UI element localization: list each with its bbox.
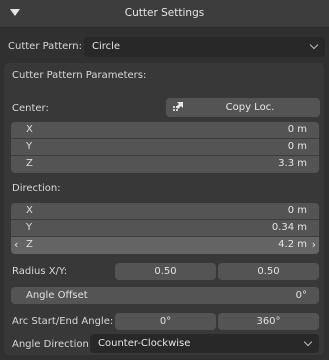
center-z-field[interactable]: Z 3.3 m: [11, 156, 319, 173]
angle-direction-label: Angle Direction:: [12, 339, 93, 350]
arc-start-angle-field[interactable]: 0°: [115, 313, 216, 330]
center-x-value: 0 m: [287, 124, 307, 135]
direction-y-value: 0.34 m: [271, 222, 307, 233]
center-label: Center:: [12, 103, 49, 114]
center-x-label: X: [26, 124, 33, 135]
arc-angle-label: Arc Start/End Angle:: [12, 316, 114, 327]
angle-offset-label: Angle Offset: [26, 290, 88, 301]
direction-x-field[interactable]: X 0 m: [11, 203, 319, 220]
radius-label: Radius X/Y:: [12, 266, 68, 277]
panel-header[interactable]: Cutter Settings: [0, 0, 329, 28]
angle-offset-value: 0°: [295, 290, 307, 301]
direction-z-label: Z: [26, 239, 33, 250]
chevron-down-icon: [303, 337, 313, 346]
center-z-value: 3.3 m: [278, 158, 307, 169]
cutter-pattern-value: Circle: [92, 41, 121, 52]
copy-location-button[interactable]: Copy Loc.: [166, 98, 320, 117]
radius-x-value: 0.50: [154, 266, 177, 277]
center-y-label: Y: [26, 141, 33, 152]
arc-end-angle-value: 360°: [256, 316, 281, 327]
direction-x-label: X: [26, 205, 33, 216]
center-vector: X 0 m Y 0 m Z 3.3 m: [11, 122, 319, 173]
panel-title: Cutter Settings: [124, 7, 205, 19]
direction-z-field[interactable]: ‹ Z 4.2 m ›: [11, 237, 319, 254]
center-z-label: Z: [26, 158, 33, 169]
cutter-pattern-dropdown[interactable]: Circle: [84, 37, 325, 57]
arc-end-angle-field[interactable]: 360°: [218, 313, 319, 330]
radius-y-field[interactable]: 0.50: [218, 263, 319, 280]
decrement-arrow-icon[interactable]: ‹: [14, 238, 18, 251]
direction-x-value: 0 m: [287, 205, 307, 216]
center-y-field[interactable]: Y 0 m: [11, 139, 319, 156]
cutter-pattern-label: Cutter Pattern:: [8, 41, 82, 52]
direction-z-value: 4.2 m: [278, 239, 307, 250]
angle-direction-value: Counter-Clockwise: [98, 338, 191, 349]
angle-direction-dropdown[interactable]: Counter-Clockwise: [90, 334, 319, 353]
increment-arrow-icon[interactable]: ›: [312, 238, 316, 251]
direction-y-field[interactable]: Y 0.34 m: [11, 220, 319, 237]
center-y-value: 0 m: [287, 141, 307, 152]
copy-location-label: Copy Loc.: [225, 102, 275, 113]
copy-location-icon: [173, 102, 183, 111]
center-x-field[interactable]: X 0 m: [11, 122, 319, 139]
radius-x-field[interactable]: 0.50: [115, 263, 216, 280]
radius-y-value: 0.50: [257, 266, 280, 277]
parameters-title: Cutter Pattern Parameters:: [12, 70, 147, 81]
angle-offset-field[interactable]: Angle Offset 0°: [11, 287, 319, 304]
arc-start-angle-value: 0°: [159, 316, 172, 327]
direction-y-label: Y: [26, 222, 33, 233]
direction-label: Direction:: [12, 183, 61, 194]
direction-vector: X 0 m Y 0.34 m ‹ Z 4.2 m ›: [11, 203, 319, 254]
chevron-down-icon: [309, 40, 319, 50]
